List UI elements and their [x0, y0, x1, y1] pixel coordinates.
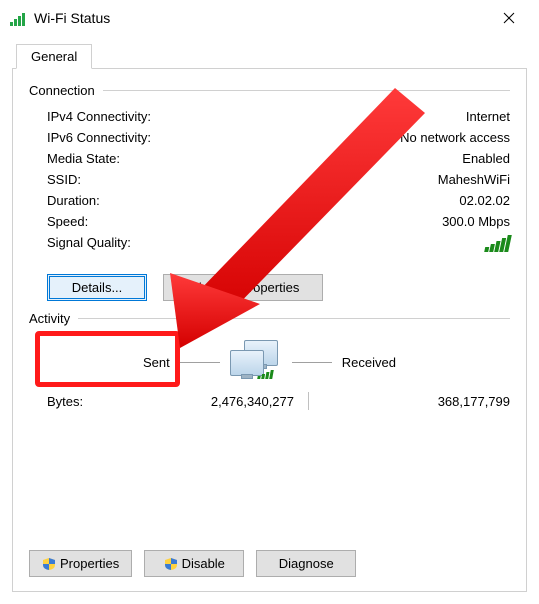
media-label: Media State: [47, 151, 370, 166]
tab-general[interactable]: General [16, 44, 92, 69]
bytes-received-value: 368,177,799 [309, 394, 510, 409]
properties-button-label: Properties [60, 556, 119, 571]
ipv6-value: No network access [370, 130, 510, 145]
bottom-button-row: Properties Disable Diagnose [29, 550, 510, 577]
activity-icon-row: Sent Rec [29, 334, 510, 388]
group-connection-header: Connection [29, 83, 510, 98]
row-ipv6: IPv6 Connectivity: No network access [29, 127, 510, 148]
network-monitors-icon [230, 340, 282, 384]
ipv4-label: IPv4 Connectivity: [47, 109, 370, 124]
row-ipv4: IPv4 Connectivity: Internet [29, 106, 510, 127]
bytes-label: Bytes: [47, 394, 107, 409]
row-media: Media State: Enabled [29, 148, 510, 169]
activity-group: Activity Sent [29, 311, 510, 420]
row-duration: Duration: 02.02.02 [29, 190, 510, 211]
disable-button-label: Disable [182, 556, 225, 571]
ssid-value: MaheshWiFi [370, 172, 510, 187]
row-ssid: SSID: MaheshWiFi [29, 169, 510, 190]
divider [180, 362, 220, 363]
shield-icon [42, 557, 56, 571]
ipv6-label: IPv6 Connectivity: [47, 130, 370, 145]
ssid-label: SSID: [47, 172, 370, 187]
details-button[interactable]: Details... [47, 274, 147, 301]
group-connection-label: Connection [29, 83, 95, 98]
properties-button[interactable]: Properties [29, 550, 132, 577]
signal-quality-label: Signal Quality: [47, 235, 370, 255]
wifi-status-window: Wi-Fi Status General Connection IPv4 Con… [0, 0, 539, 604]
window-title: Wi-Fi Status [34, 10, 489, 26]
media-value: Enabled [370, 151, 510, 166]
sent-label: Sent [143, 355, 170, 370]
disable-button[interactable]: Disable [144, 550, 244, 577]
wifi-signal-icon [10, 10, 26, 26]
divider [292, 362, 332, 363]
signal-bars-icon [484, 235, 512, 252]
titlebar: Wi-Fi Status [0, 0, 539, 36]
ipv4-value: Internet [370, 109, 510, 124]
group-activity-header: Activity [29, 311, 510, 326]
close-button[interactable] [489, 3, 529, 33]
speed-value: 300.0 Mbps [370, 214, 510, 229]
close-icon [503, 12, 515, 24]
duration-value: 02.02.02 [370, 193, 510, 208]
connection-button-row: Details... Wireless Properties [47, 274, 510, 301]
duration-label: Duration: [47, 193, 370, 208]
diagnose-button[interactable]: Diagnose [256, 550, 356, 577]
row-signal-quality: Signal Quality: [29, 232, 510, 258]
wireless-properties-button[interactable]: Wireless Properties [163, 274, 323, 301]
divider [103, 90, 510, 91]
received-label: Received [342, 355, 396, 370]
dialog-body: General Connection IPv4 Connectivity: In… [12, 42, 527, 592]
divider [78, 318, 510, 319]
signal-quality-value [370, 235, 510, 255]
tab-panel-general: Connection IPv4 Connectivity: Internet I… [12, 68, 527, 592]
shield-icon [164, 557, 178, 571]
bytes-row: Bytes: 2,476,340,277 368,177,799 [29, 388, 510, 420]
speed-label: Speed: [47, 214, 370, 229]
row-speed: Speed: 300.0 Mbps [29, 211, 510, 232]
bytes-sent-value: 2,476,340,277 [107, 394, 308, 409]
group-activity-label: Activity [29, 311, 70, 326]
tab-container: General Connection IPv4 Connectivity: In… [12, 42, 527, 592]
